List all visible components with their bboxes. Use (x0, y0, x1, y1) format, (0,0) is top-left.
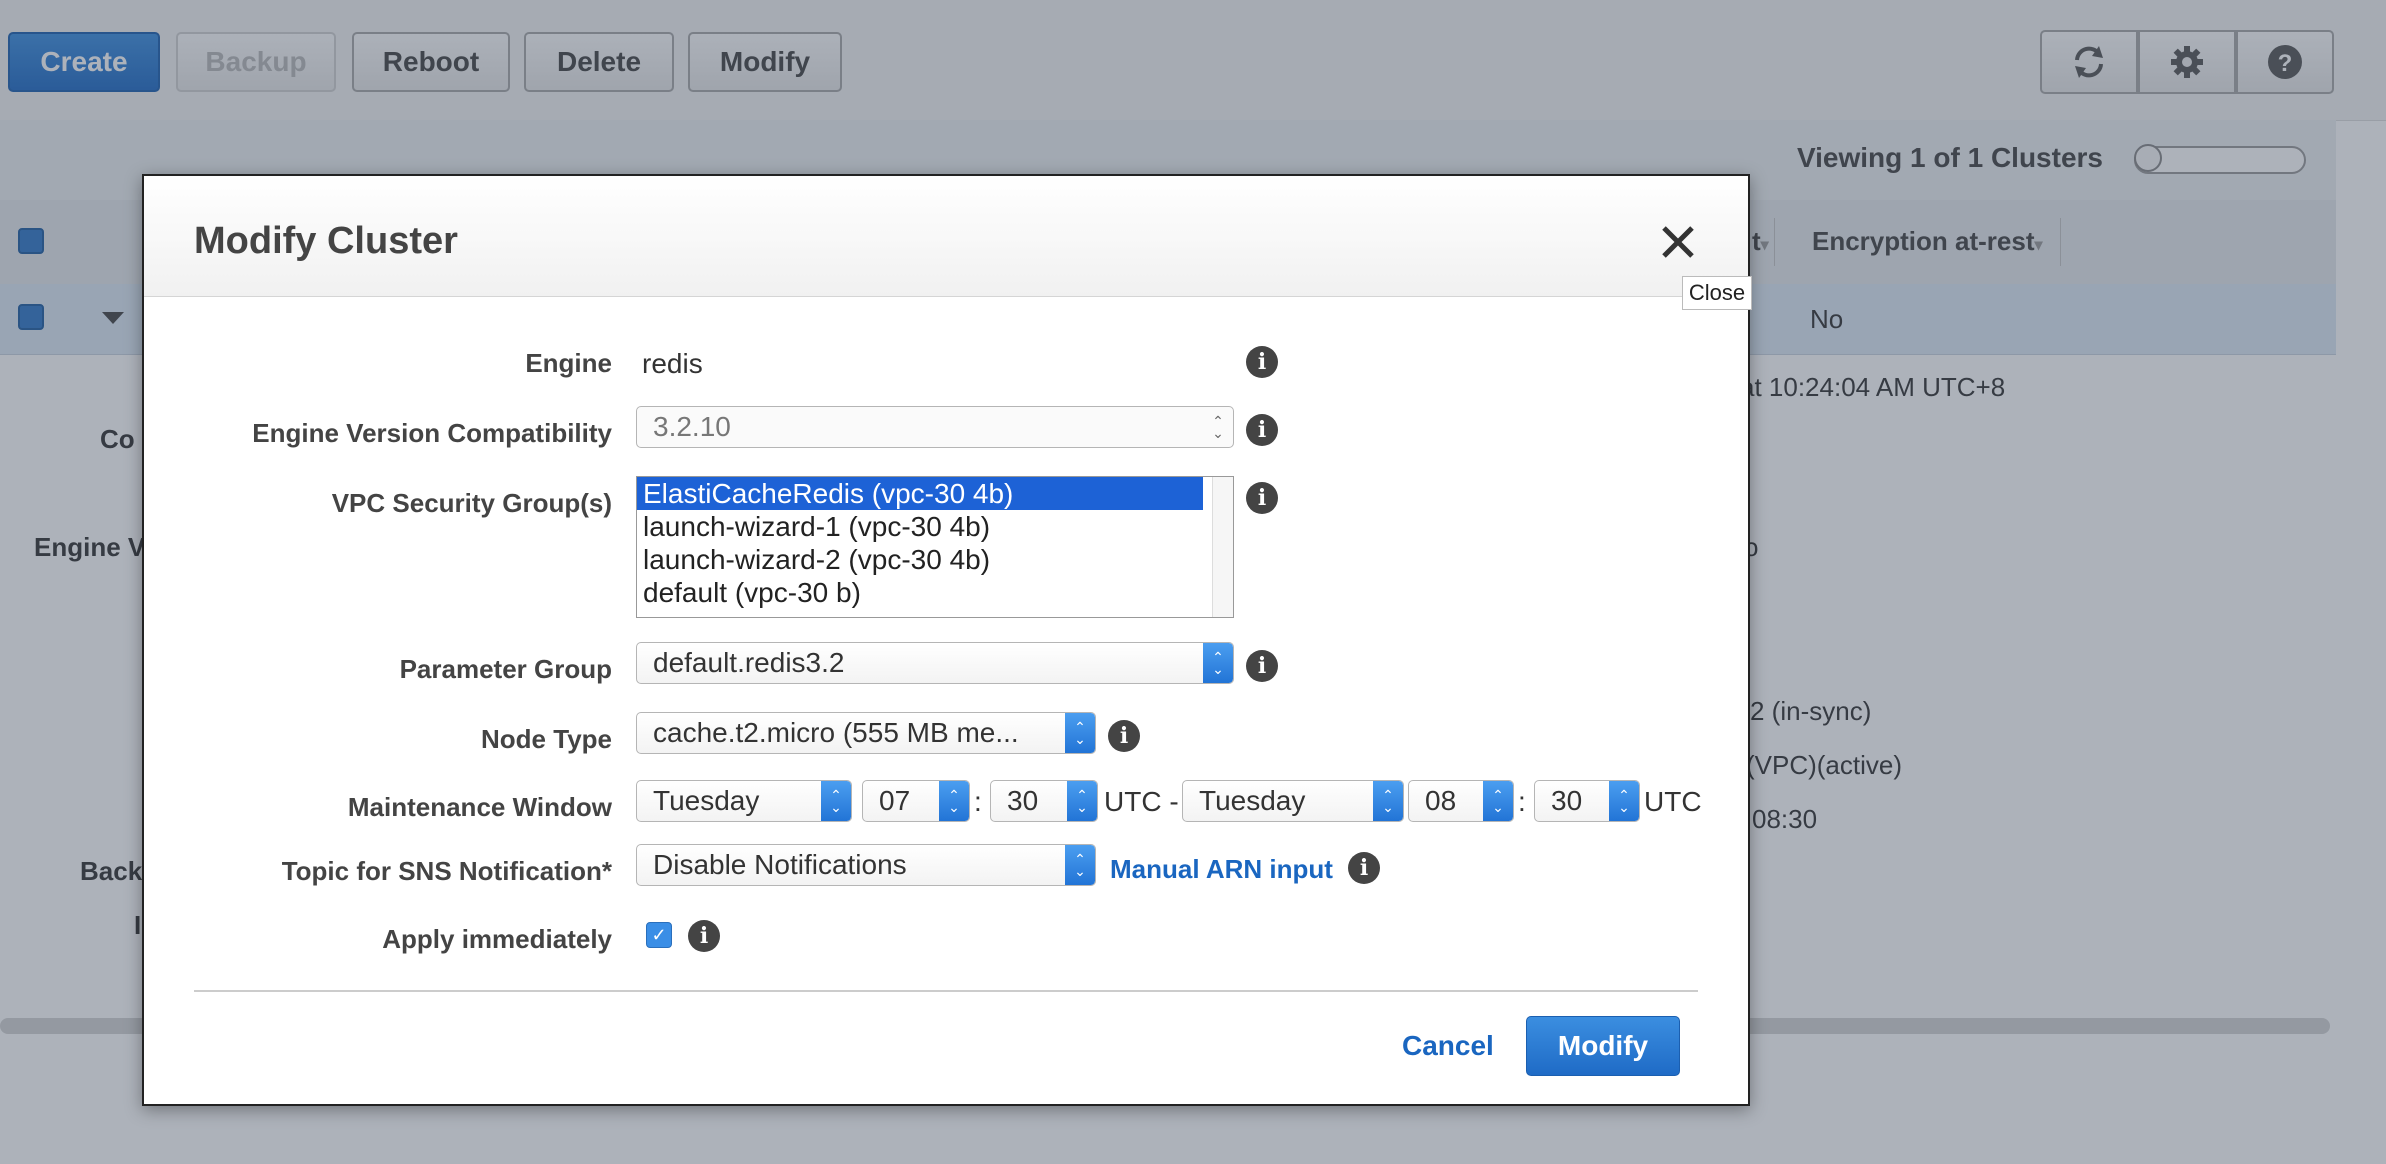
start-minute-value: 30 (1007, 785, 1039, 816)
end-day-select[interactable]: Tuesday ⌃ ⌄ (1182, 780, 1404, 822)
time-colon: : (974, 786, 982, 817)
utc-dash-label: UTC - (1104, 786, 1179, 817)
apply-immediately-label: Apply immediately (382, 924, 612, 954)
end-minute-select[interactable]: 30 ⌃ ⌄ (1534, 780, 1640, 822)
chevron-updown-icon: ⌃ ⌄ (1373, 781, 1403, 821)
apply-immediately-checkbox[interactable]: ✓ (646, 922, 672, 948)
time-colon: : (1518, 786, 1526, 817)
start-day-value: Tuesday (653, 785, 760, 816)
list-item[interactable]: launch-wizard-1 (vpc-30 4b) (637, 510, 1203, 543)
start-minute-select[interactable]: 30 ⌃ ⌄ (990, 780, 1098, 822)
info-icon[interactable]: i (1246, 346, 1278, 378)
chevron-updown-icon: ⌃ ⌄ (821, 781, 851, 821)
chevron-updown-icon: ⌃ ⌄ (1065, 713, 1095, 753)
engine-version-select[interactable]: 3.2.10 ⌃ ⌄ (636, 406, 1234, 448)
dialog-title: Modify Cluster (194, 220, 458, 262)
chevron-updown-icon: ⌃ ⌄ (1212, 413, 1224, 441)
close-icon[interactable] (1658, 222, 1698, 262)
info-icon[interactable]: i (1246, 414, 1278, 446)
engine-value: redis (642, 348, 703, 379)
list-item[interactable]: launch-wizard-2 (vpc-30 4b) (637, 543, 1203, 576)
chevron-updown-icon: ⌃ ⌄ (1065, 845, 1095, 885)
chevron-updown-icon: ⌃ ⌄ (1203, 643, 1233, 683)
info-icon[interactable]: i (688, 920, 720, 952)
sns-topic-value: Disable Notifications (653, 849, 907, 880)
maintenance-label: Maintenance Window (347, 792, 612, 822)
node-type-select[interactable]: cache.t2.micro (555 MB me... ⌃ ⌄ (636, 712, 1096, 754)
close-tooltip: Close (1682, 276, 1752, 310)
chevron-updown-icon: ⌃ ⌄ (1609, 781, 1639, 821)
start-hour-value: 07 (879, 785, 911, 816)
modify-button[interactable]: Modify (1526, 1016, 1680, 1076)
chevron-updown-icon: ⌃ ⌄ (939, 781, 969, 821)
chevron-updown-icon: ⌃ ⌄ (1483, 781, 1513, 821)
start-hour-select[interactable]: 07 ⌃ ⌄ (862, 780, 970, 822)
sns-label: Topic for SNS Notification* (281, 856, 612, 886)
info-icon[interactable]: i (1246, 482, 1278, 514)
parameter-group-value: default.redis3.2 (653, 647, 845, 678)
info-icon[interactable]: i (1246, 650, 1278, 682)
cancel-button[interactable]: Cancel (1402, 1030, 1494, 1062)
end-hour-value: 08 (1425, 785, 1457, 816)
node-type-value: cache.t2.micro (555 MB me... (653, 717, 1019, 748)
sns-topic-select[interactable]: Disable Notifications ⌃ ⌄ (636, 844, 1096, 886)
parameter-group-select[interactable]: default.redis3.2 ⌃ ⌄ (636, 642, 1234, 684)
info-icon[interactable]: i (1348, 852, 1380, 884)
list-item[interactable]: default (vpc-30 b) (637, 576, 1203, 609)
utc-label: UTC (1644, 786, 1702, 817)
end-minute-value: 30 (1551, 785, 1583, 816)
info-icon[interactable]: i (1108, 720, 1140, 752)
engine-version-label: Engine Version Compatibility (252, 418, 612, 448)
listbox-scrollbar[interactable] (1212, 477, 1233, 617)
security-groups-label: VPC Security Group(s) (331, 488, 612, 518)
end-day-value: Tuesday (1199, 785, 1306, 816)
start-day-select[interactable]: Tuesday ⌃ ⌄ (636, 780, 852, 822)
engine-label: Engine (525, 348, 612, 378)
modify-cluster-dialog: Modify Cluster Engine redis i Engine Ver… (142, 174, 1750, 1106)
manual-arn-link[interactable]: Manual ARN input (1110, 854, 1333, 885)
list-item[interactable]: ElastiCacheRedis (vpc-30 4b) (637, 477, 1203, 510)
parameter-group-label: Parameter Group (399, 654, 612, 684)
security-groups-listbox[interactable]: ElastiCacheRedis (vpc-30 4b) launch-wiza… (636, 476, 1234, 618)
dialog-header: Modify Cluster (144, 176, 1748, 297)
end-hour-select[interactable]: 08 ⌃ ⌄ (1408, 780, 1514, 822)
check-icon: ✓ (651, 924, 667, 945)
engine-version-value: 3.2.10 (653, 411, 731, 442)
footer-divider (194, 990, 1698, 992)
node-type-label: Node Type (481, 724, 612, 754)
chevron-updown-icon: ⌃ ⌄ (1067, 781, 1097, 821)
